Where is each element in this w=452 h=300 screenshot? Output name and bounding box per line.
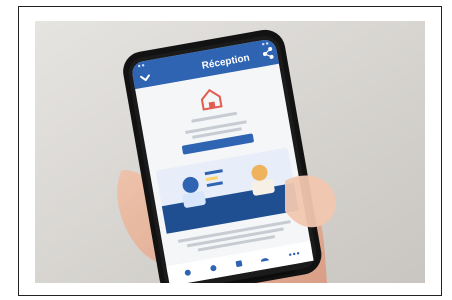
photo-frame: Réception xyxy=(18,6,442,296)
photo: Réception xyxy=(35,21,425,283)
